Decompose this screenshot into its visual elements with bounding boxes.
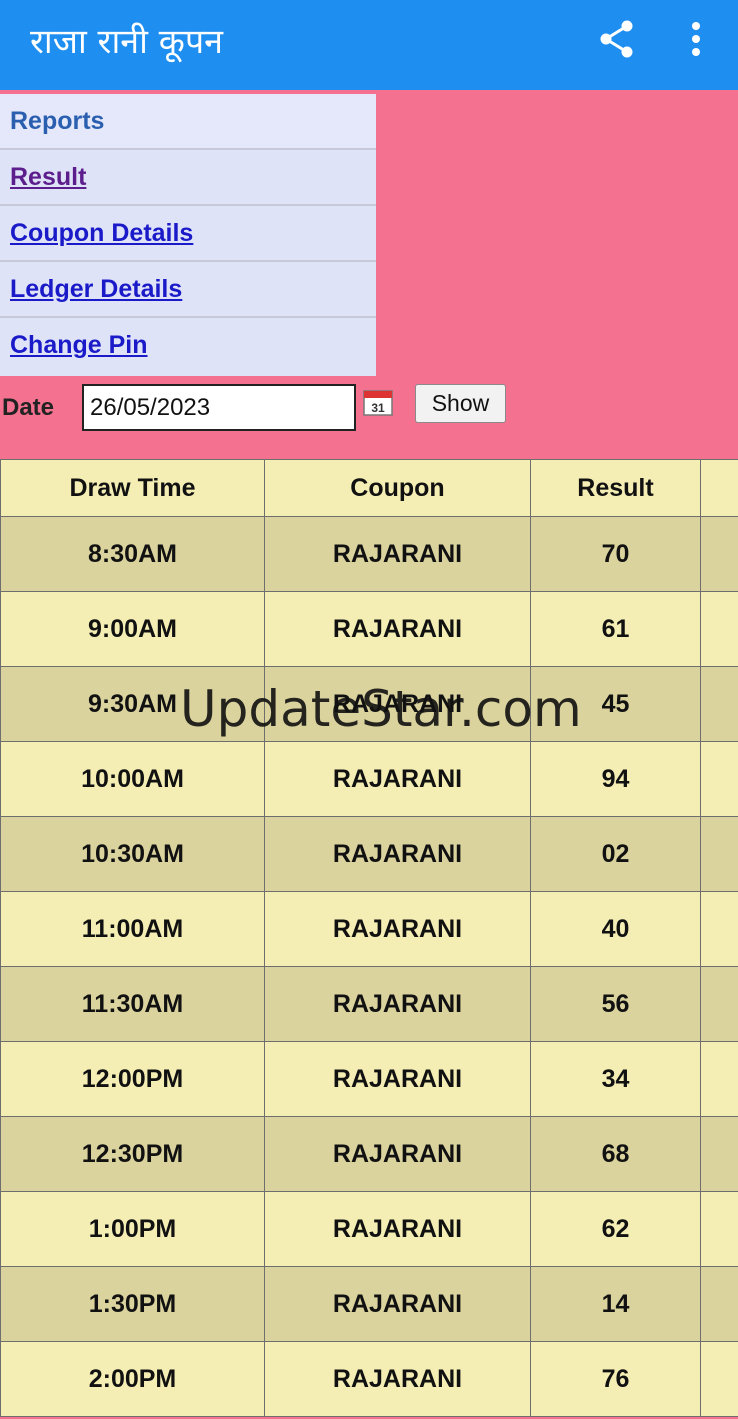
result-cell: 34 (530, 1041, 701, 1117)
result-cell: 94 (530, 741, 701, 817)
draw-time-cell: 10:00AM (0, 741, 265, 817)
extra-cell (700, 891, 738, 967)
coupon-cell: RAJARANI (264, 591, 531, 667)
result-cell: 62 (530, 1191, 701, 1267)
menu-header-reports: Reports (0, 94, 376, 150)
results-table: Draw Time Coupon Result 8:30AM RAJARANI 70… (0, 459, 738, 1417)
draw-time-cell: 11:00AM (0, 891, 265, 967)
extra-cell (700, 816, 738, 892)
menu-link-coupon-details[interactable]: Coupon Details (10, 219, 193, 247)
draw-time-cell: 9:00AM (0, 591, 265, 667)
extra-cell (700, 1041, 738, 1117)
draw-time-cell: 9:30AM (0, 666, 265, 742)
draw-time-cell: 1:00PM (0, 1191, 265, 1267)
extra-cell (700, 1266, 738, 1342)
draw-time-cell: 1:30PM (0, 1266, 265, 1342)
coupon-cell: RAJARANI (264, 966, 531, 1042)
result-cell: 40 (530, 891, 701, 967)
date-label: Date (2, 394, 55, 421)
draw-time-cell: 11:30AM (0, 966, 265, 1042)
result-cell: 56 (530, 966, 701, 1042)
app-bar: राजा रानी कूपन (0, 0, 738, 90)
menu-item-coupon-details[interactable]: Coupon Details (0, 206, 376, 262)
result-cell: 76 (530, 1341, 701, 1417)
draw-time-cell: 10:30AM (0, 816, 265, 892)
draw-time-cell: 2:00PM (0, 1341, 265, 1417)
draw-time-cell: 8:30AM (0, 516, 265, 592)
table-row: 9:30AM RAJARANI 45 (0, 666, 738, 742)
date-input[interactable] (82, 384, 356, 431)
coupon-cell: RAJARANI (264, 1341, 531, 1417)
table-row: 12:30PM RAJARANI 68 (0, 1116, 738, 1192)
coupon-cell: RAJARANI (264, 1041, 531, 1117)
result-cell: 70 (530, 516, 701, 592)
app-title: राजा रानी कूपन (30, 22, 224, 62)
table-body: 8:30AM RAJARANI 70 9:00AM RAJARANI 61 9:30AM RA… (0, 516, 738, 1417)
calendar-icon[interactable]: 31 (363, 388, 393, 416)
table-row: 1:30PM RAJARANI 14 (0, 1266, 738, 1342)
column-header-coupon: Coupon (264, 459, 531, 517)
menu-link-result[interactable]: Result (10, 163, 86, 191)
extra-cell (700, 741, 738, 817)
coupon-cell: RAJARANI (264, 1191, 531, 1267)
table-row: 11:30AM RAJARANI 56 (0, 966, 738, 1042)
show-button[interactable]: Show (415, 384, 506, 423)
result-cell: 68 (530, 1116, 701, 1192)
column-header-extra (700, 459, 738, 517)
coupon-cell: RAJARANI (264, 1266, 531, 1342)
table-row: 11:00AM RAJARANI 40 (0, 891, 738, 967)
result-cell: 61 (530, 591, 701, 667)
menu-item-ledger-details[interactable]: Ledger Details (0, 262, 376, 318)
menu-item-change-pin[interactable]: Change Pin (0, 318, 376, 376)
draw-time-cell: 12:00PM (0, 1041, 265, 1117)
extra-cell (700, 666, 738, 742)
table-row: 12:00PM RAJARANI 34 (0, 1041, 738, 1117)
coupon-cell: RAJARANI (264, 516, 531, 592)
extra-cell (700, 966, 738, 1042)
more-vert-icon[interactable] (682, 20, 710, 60)
result-cell: 14 (530, 1266, 701, 1342)
extra-cell (700, 516, 738, 592)
table-row: 2:00PM RAJARANI 76 (0, 1341, 738, 1417)
calendar-day-text: 31 (371, 401, 385, 415)
coupon-cell: RAJARANI (264, 741, 531, 817)
menu-item-result[interactable]: Result (0, 150, 376, 206)
extra-cell (700, 1341, 738, 1417)
column-header-result: Result (530, 459, 701, 517)
result-cell: 02 (530, 816, 701, 892)
table-row: 8:30AM RAJARANI 70 (0, 516, 738, 592)
menu-link-ledger-details[interactable]: Ledger Details (10, 275, 182, 303)
menu-link-change-pin[interactable]: Change Pin (10, 331, 148, 359)
table-row: 10:30AM RAJARANI 02 (0, 816, 738, 892)
result-cell: 45 (530, 666, 701, 742)
extra-cell (700, 591, 738, 667)
extra-cell (700, 1116, 738, 1192)
column-header-draw-time: Draw Time (0, 459, 265, 517)
coupon-cell: RAJARANI (264, 816, 531, 892)
coupon-cell: RAJARANI (264, 891, 531, 967)
table-row: 1:00PM RAJARANI 62 (0, 1191, 738, 1267)
extra-cell (700, 1191, 738, 1267)
draw-time-cell: 12:30PM (0, 1116, 265, 1192)
table-row: 9:00AM RAJARANI 61 (0, 591, 738, 667)
table-header-row: Draw Time Coupon Result (0, 459, 738, 517)
coupon-cell: RAJARANI (264, 666, 531, 742)
table-row: 10:00AM RAJARANI 94 (0, 741, 738, 817)
share-icon[interactable] (596, 18, 638, 60)
coupon-cell: RAJARANI (264, 1116, 531, 1192)
reports-menu: Reports Result Coupon Details Ledger Det… (0, 94, 376, 376)
